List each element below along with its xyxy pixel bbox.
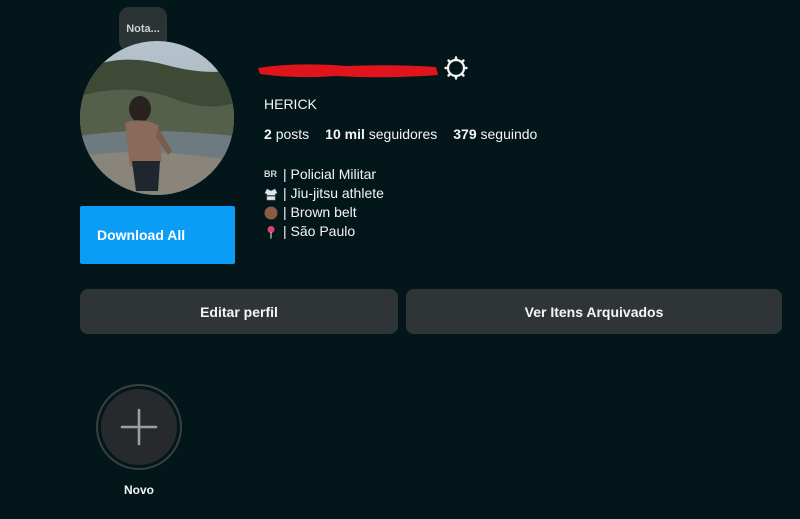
profile-avatar[interactable]: [80, 41, 234, 195]
bio-text: | Brown belt: [283, 204, 357, 220]
bio-line: | Brown belt: [264, 203, 384, 222]
profile-stats: 2 posts 10 mil seguidores 379 seguindo: [264, 126, 537, 142]
posts-stat[interactable]: 2 posts: [264, 126, 309, 142]
br-flag-code: BR: [264, 169, 277, 179]
bio-line: | Jiu-jitsu athlete: [264, 184, 384, 203]
following-count: 379: [453, 126, 477, 142]
following-label: seguindo: [480, 126, 538, 142]
download-all-button[interactable]: Download All: [80, 206, 235, 264]
new-highlight-label: Novo: [124, 483, 154, 497]
new-highlight-button[interactable]: [96, 384, 182, 470]
plus-icon: [120, 408, 158, 446]
following-stat[interactable]: 379 seguindo: [453, 126, 537, 142]
followers-stat[interactable]: 10 mil seguidores: [325, 126, 437, 142]
profile-bio: BR | Policial Militar | Jiu-jitsu athlet…: [264, 165, 384, 241]
brown-circle-icon: [264, 206, 278, 219]
view-archived-button[interactable]: Ver Itens Arquivados: [406, 289, 782, 334]
edit-profile-button[interactable]: Editar perfil: [80, 289, 398, 334]
bio-text: | Policial Militar: [283, 166, 377, 182]
new-highlight-circle: [101, 389, 177, 465]
bio-line: BR | Policial Militar: [264, 165, 384, 184]
bio-line: | São Paulo: [264, 222, 384, 241]
bio-text: | São Paulo: [283, 223, 356, 239]
followers-label: seguidores: [368, 126, 438, 142]
pin-icon: [267, 225, 275, 238]
username-redaction: [258, 64, 438, 78]
bio-text: | Jiu-jitsu athlete: [283, 185, 384, 201]
posts-count: 2: [264, 126, 272, 142]
gi-uniform-icon: [264, 188, 278, 200]
note-label: Nota...: [126, 23, 160, 35]
followers-count: 10 mil: [325, 126, 365, 142]
avatar-photo: [80, 41, 234, 195]
display-name: HERICK: [264, 96, 317, 112]
gear-icon[interactable]: [444, 56, 468, 80]
posts-label: posts: [275, 126, 310, 142]
